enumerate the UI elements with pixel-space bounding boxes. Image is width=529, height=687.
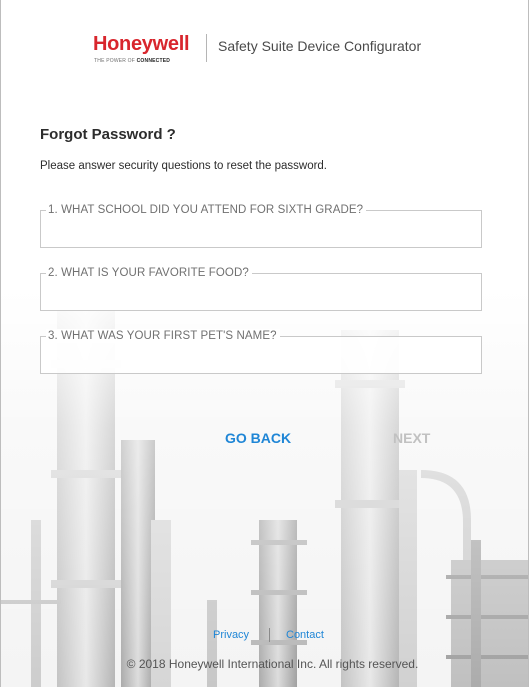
- logo-tagline: THE POWER OF CONNECTED: [94, 58, 170, 64]
- security-question-2-label: 2. WHAT IS YOUR FAVORITE FOOD?: [46, 266, 252, 280]
- header: Honeywell THE POWER OF CONNECTED Safety …: [1, 30, 528, 70]
- logo-tagline-bold: CONNECTED: [136, 58, 171, 64]
- header-divider: [206, 34, 207, 62]
- security-question-2-input[interactable]: [47, 286, 473, 306]
- next-button[interactable]: NEXT: [393, 426, 430, 450]
- logo-tagline-prefix: THE POWER OF: [94, 58, 137, 64]
- go-back-button[interactable]: GO BACK: [225, 426, 291, 450]
- security-question-1-field[interactable]: 1. WHAT SCHOOL DID YOU ATTEND FOR SIXTH …: [40, 203, 482, 248]
- privacy-link[interactable]: Privacy: [213, 628, 249, 642]
- security-question-3-field[interactable]: 3. WHAT WAS YOUR FIRST PET'S NAME?: [40, 329, 482, 374]
- contact-link[interactable]: Contact: [286, 628, 324, 642]
- security-question-1-label: 1. WHAT SCHOOL DID YOU ATTEND FOR SIXTH …: [46, 203, 367, 217]
- security-question-3-input[interactable]: [47, 349, 473, 369]
- security-question-2-field[interactable]: 2. WHAT IS YOUR FAVORITE FOOD?: [40, 266, 482, 311]
- honeywell-logo: Honeywell THE POWER OF CONNECTED: [93, 30, 199, 70]
- footer-links: Privacy Contact: [1, 628, 528, 644]
- security-question-3-label: 3. WHAT WAS YOUR FIRST PET'S NAME?: [46, 329, 280, 343]
- page-title: Forgot Password ?: [40, 126, 176, 143]
- content-layer: Honeywell THE POWER OF CONNECTED Safety …: [1, 0, 528, 687]
- forgot-password-page: Honeywell THE POWER OF CONNECTED Safety …: [0, 0, 529, 687]
- security-question-1-input[interactable]: [47, 223, 473, 243]
- footer-link-divider: [269, 628, 270, 642]
- copyright-text: © 2018 Honeywell International Inc. All …: [126, 657, 419, 671]
- app-title: Safety Suite Device Configurator: [218, 38, 422, 54]
- instructions-text: Please answer security questions to rese…: [40, 160, 328, 172]
- logo-wordmark: Honeywell: [93, 33, 190, 55]
